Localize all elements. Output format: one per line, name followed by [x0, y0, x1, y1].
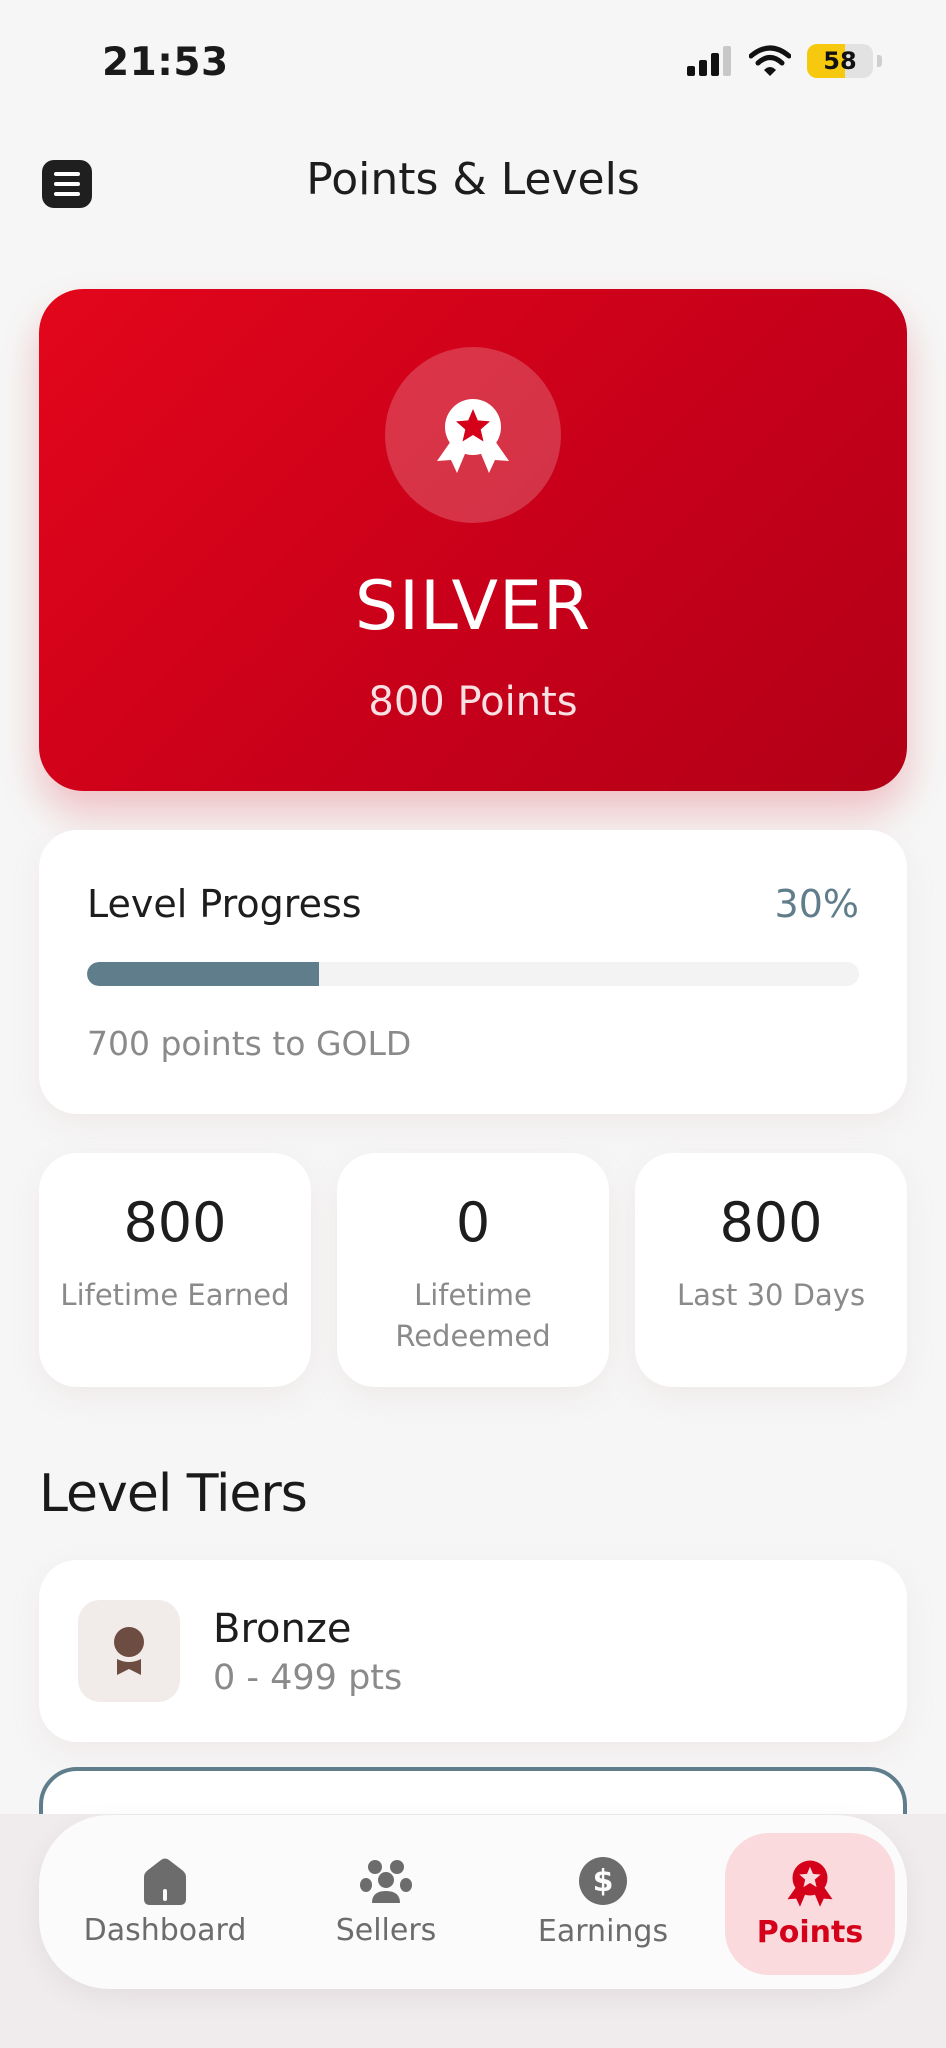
bronze-medal-icon — [78, 1600, 180, 1702]
points-to-next-level: 700 points to GOLD — [87, 1024, 412, 1063]
tab-label: Points — [756, 1914, 864, 1950]
wifi-icon — [749, 45, 791, 76]
level-name: SILVER — [354, 567, 592, 646]
current-level-card: SILVER 800 Points — [39, 289, 907, 791]
status-time: 21:53 — [102, 40, 229, 85]
section-title-level-tiers: Level Tiers — [39, 1464, 308, 1524]
stat-value: 800 — [719, 1191, 823, 1254]
stat-label: Lifetime Earned — [60, 1278, 290, 1312]
stat-label: Last 30 Days — [676, 1278, 866, 1312]
cellular-signal-icon — [687, 46, 731, 76]
status-bar: 21:53 58 — [0, 0, 946, 110]
progress-title: Level Progress — [87, 882, 362, 926]
status-icons: 58 — [687, 44, 882, 78]
tab-label: Dashboard — [83, 1912, 247, 1948]
tab-label: Sellers — [335, 1912, 437, 1948]
level-badge — [385, 347, 561, 523]
level-progress-card: Level Progress 30% 700 points to GOLD — [39, 830, 907, 1114]
progress-percent: 30% — [774, 882, 859, 926]
svg-text:$: $ — [593, 1864, 614, 1899]
stat-card-last-30-days: 800 Last 30 Days — [635, 1153, 907, 1387]
award-icon — [787, 1860, 833, 1907]
award-icon — [437, 399, 509, 473]
header: Points & Levels — [0, 140, 946, 224]
tab-sellers[interactable]: Sellers — [301, 1815, 471, 1989]
tab-label: Earnings — [537, 1913, 669, 1949]
battery-cap — [877, 55, 882, 67]
tier-item-bronze[interactable]: Bronze 0 - 499 pts — [39, 1560, 907, 1742]
bottom-tab-bar: Dashboard Sellers $ Earnings Points — [39, 1815, 907, 1989]
level-points: 800 Points — [368, 679, 578, 725]
tab-points[interactable]: Points — [725, 1833, 895, 1975]
tier-name: Bronze — [213, 1606, 352, 1652]
dollar-icon: $ — [579, 1856, 627, 1905]
page-title: Points & Levels — [306, 154, 640, 205]
progress-track — [87, 962, 859, 986]
stat-card-lifetime-redeemed: 0 Lifetime Redeemed — [337, 1153, 609, 1387]
stat-label: Lifetime Redeemed — [395, 1278, 551, 1353]
tab-dashboard[interactable]: Dashboard — [73, 1815, 257, 1989]
tier-range: 0 - 499 pts — [213, 1658, 403, 1698]
progress-fill — [87, 962, 319, 986]
stat-value: 800 — [123, 1191, 227, 1254]
stat-card-lifetime-earned: 800 Lifetime Earned — [39, 1153, 311, 1387]
tab-earnings[interactable]: $ Earnings — [515, 1815, 691, 1989]
users-icon — [360, 1859, 412, 1903]
stat-value: 0 — [455, 1191, 491, 1254]
home-icon — [144, 1858, 186, 1905]
battery-percent: 58 — [823, 47, 857, 75]
battery-indicator: 58 — [807, 44, 873, 78]
